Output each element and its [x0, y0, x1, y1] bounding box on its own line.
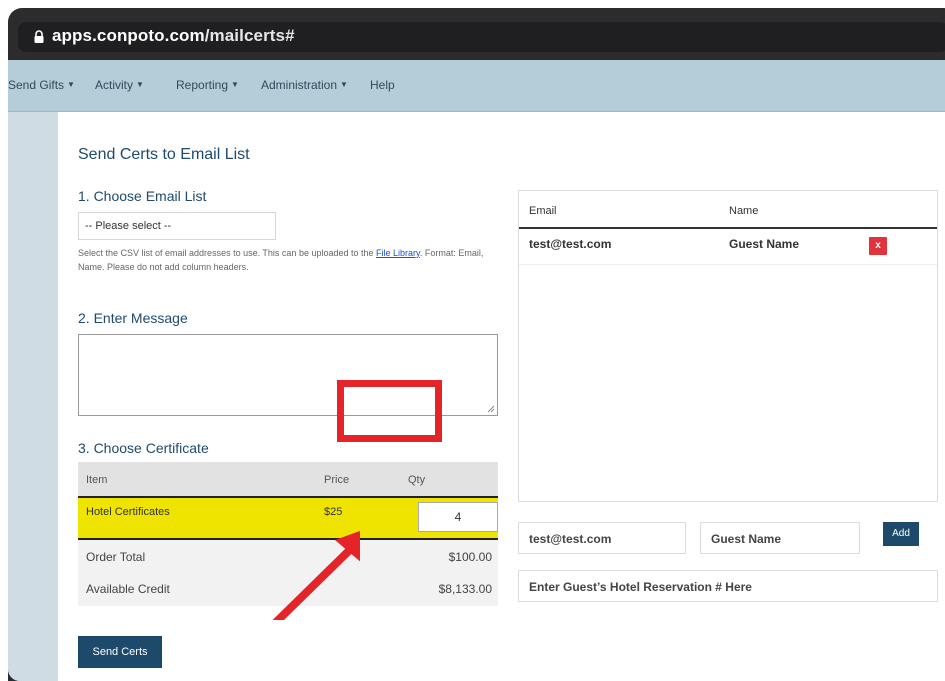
step2-title: 2. Enter Message	[78, 310, 188, 326]
email-list-panel: Email Name test@test.com Guest Name x	[518, 190, 938, 502]
red-arrow-icon	[272, 530, 360, 620]
nav-activity-label: Activity	[95, 78, 134, 92]
chevron-down-icon: ▼	[67, 80, 75, 89]
available-credit-value: $8,133.00	[438, 582, 492, 596]
email-list-select[interactable]: -- Please select --	[78, 212, 276, 240]
available-credit-label: Available Credit	[86, 582, 170, 596]
help-text-before: Select the CSV list of email addresses t…	[78, 248, 377, 258]
delete-row-button[interactable]: x	[869, 237, 887, 255]
chevron-down-icon: ▼	[340, 80, 348, 89]
main-content: Send Certs to Email List 1. Choose Email…	[58, 112, 945, 681]
page-viewport: Send Gifts ▼ Activity ▼ Reporting ▼ Adminis…	[8, 60, 945, 681]
url-path: /mailcerts#	[204, 26, 295, 45]
email-list-header: Email Name	[519, 191, 937, 229]
main-navbar: Send Gifts ▼ Activity ▼ Reporting ▼ Adminis…	[8, 60, 945, 112]
nav-help-label: Help	[370, 78, 395, 92]
email-list-help-text: Select the CSV list of email addresses t…	[78, 246, 488, 274]
url-host: apps.conpoto.com	[52, 26, 205, 45]
send-certs-button[interactable]: Send Certs	[78, 636, 162, 668]
step1-title: 1. Choose Email List	[78, 188, 207, 204]
file-library-link[interactable]: File Library	[376, 248, 420, 258]
order-total-label: Order Total	[86, 550, 146, 564]
step3-title: 3. Choose Certificate	[78, 440, 209, 456]
reservation-number-field[interactable]: Enter Guest’s Hotel Reservation # Here	[518, 570, 938, 602]
nav-help[interactable]: Help	[370, 78, 395, 92]
qty-input[interactable]: 4	[418, 502, 498, 532]
url-text[interactable]: apps.conpoto.com/mailcerts#	[52, 26, 295, 46]
cert-item-name: Hotel Certificates	[86, 506, 170, 518]
add-button[interactable]: Add	[883, 522, 919, 546]
nav-send-gifts[interactable]: Send Gifts ▼	[8, 78, 75, 92]
col-qty-header: Qty	[408, 474, 426, 486]
left-side-strip	[8, 112, 58, 681]
table-row: test@test.com Guest Name x	[519, 229, 937, 265]
new-email-field[interactable]: test@test.com	[518, 522, 686, 554]
page-title: Send Certs to Email List	[78, 146, 250, 163]
nav-administration-label: Administration	[261, 78, 338, 92]
resize-grip-icon[interactable]	[487, 405, 495, 413]
lock-icon	[34, 30, 44, 43]
row-email: test@test.com	[529, 237, 612, 251]
nav-reporting[interactable]: Reporting ▼	[176, 78, 239, 92]
chevron-down-icon: ▼	[231, 80, 239, 89]
new-name-field[interactable]: Guest Name	[700, 522, 860, 554]
row-name: Guest Name	[729, 237, 800, 251]
nav-send-gifts-label: Send Gifts	[8, 78, 65, 92]
red-highlight-box	[337, 380, 442, 442]
nav-administration[interactable]: Administration ▼	[261, 78, 348, 92]
nav-reporting-label: Reporting	[176, 78, 229, 92]
col-name-header: Name	[729, 205, 759, 217]
order-total-value: $100.00	[448, 550, 492, 564]
nav-activity[interactable]: Activity ▼	[95, 78, 144, 92]
chevron-down-icon: ▼	[136, 80, 144, 89]
col-email-header: Email	[529, 205, 557, 217]
col-item-header: Item	[86, 474, 108, 486]
